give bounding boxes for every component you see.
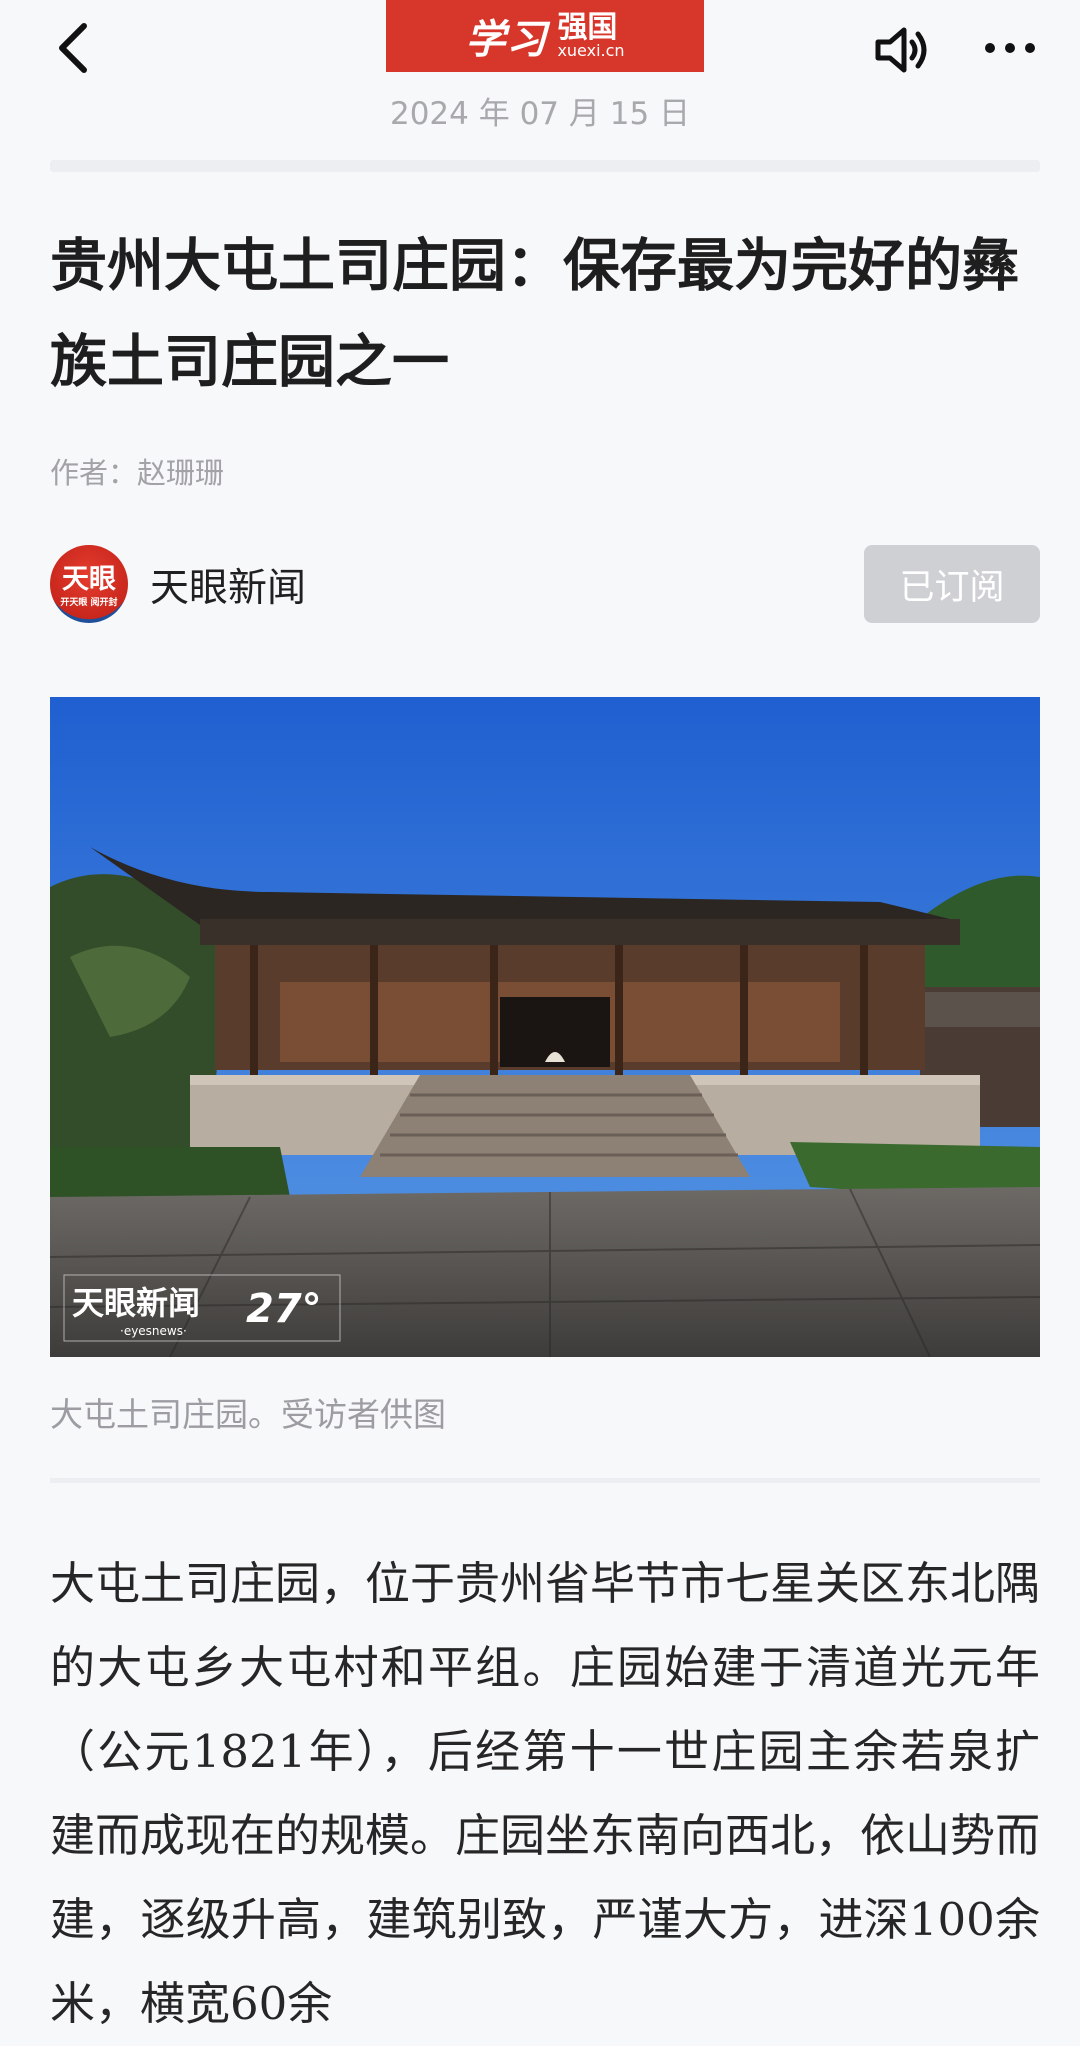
speaker-icon xyxy=(875,27,927,73)
image-caption: 大屯土司庄园。受访者供图 xyxy=(50,1395,446,1434)
watermark-number: 27° xyxy=(246,1286,322,1332)
more-button[interactable] xyxy=(980,20,1040,80)
source-name[interactable]: 天眼新闻 xyxy=(150,557,306,613)
header-divider xyxy=(50,160,1040,172)
publish-date: 2024 年 07 月 15 日 xyxy=(389,96,691,132)
xuexi-logo: 学习 强国 xuexi.cn xyxy=(386,0,704,72)
caption-divider xyxy=(50,1478,1040,1483)
avatar-text: 天眼 xyxy=(62,564,116,595)
subscribe-button[interactable]: 已订阅 xyxy=(864,545,1040,623)
top-bar: 学习 强国 xuexi.cn 2024 年 07 月 15 日 xyxy=(0,0,1080,132)
article-author: 作者：赵珊珊 xyxy=(50,456,225,490)
source-row: 天眼 开天眼 阅开封 天眼新闻 已订阅 xyxy=(50,545,1040,625)
article-title: 贵州大屯土司庄园：保存最为完好的彝族土司庄园之一 xyxy=(50,232,1019,395)
article-image[interactable]: 天眼新闻 ·eyesnews· 27° xyxy=(50,697,1040,1357)
avatar-subtext: 开天眼 阅开封 xyxy=(60,598,118,608)
back-button[interactable] xyxy=(48,18,108,78)
article-body: 大屯土司庄园，位于贵州省毕节市七星关区东北隅的大屯乡大屯村和平组。庄园始建于清道… xyxy=(50,1557,1041,2030)
read-aloud-button[interactable] xyxy=(870,18,934,82)
logo-url-text: xuexi.cn xyxy=(557,41,625,60)
source-avatar[interactable]: 天眼 开天眼 阅开封 xyxy=(50,545,128,623)
logo-cn-text: 强国 xyxy=(557,10,618,45)
back-arrow-icon xyxy=(59,23,87,73)
logo-main-text: 学习 xyxy=(465,16,548,63)
watermark-text: 天眼新闻 xyxy=(72,1284,200,1322)
more-icon xyxy=(985,43,1035,53)
watermark-subtext: ·eyesnews· xyxy=(120,1324,187,1338)
